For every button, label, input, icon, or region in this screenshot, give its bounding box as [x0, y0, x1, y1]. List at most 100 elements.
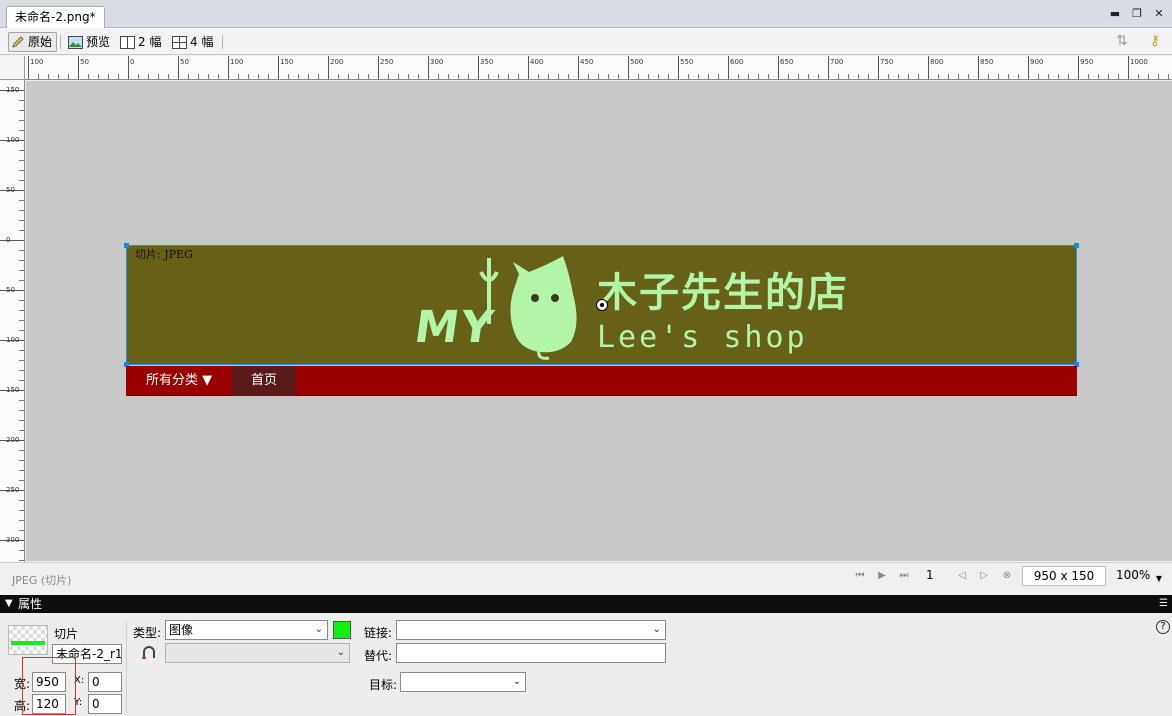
ruler-tick-label: 50 [6, 186, 15, 194]
first-frame-icon[interactable]: ⏮ [852, 569, 868, 583]
minimize-icon[interactable]: ▬ [1108, 6, 1122, 22]
play-icon[interactable]: ▶ [874, 569, 890, 583]
ruler-tick-label: 850 [980, 58, 994, 66]
nav-home: 首页 [232, 366, 296, 396]
key-icon[interactable]: ⚷ [1142, 33, 1168, 51]
ruler-tick-label: 250 [6, 486, 20, 494]
horizontal-ruler[interactable]: 100 50 0 50 100 150 200 250 300 350 400 450 500 550 60… [25, 56, 1172, 80]
ruler-tick-label: 800 [930, 58, 944, 66]
ruler-tick-label: 250 [380, 58, 394, 66]
pencil-icon [12, 36, 24, 48]
link-field[interactable]: ⌄ [396, 620, 666, 640]
target-select[interactable]: ⌄ [400, 672, 526, 692]
collapse-triangle-icon[interactable]: ▼ [5, 596, 13, 612]
logo-subtitle-text: Lee's shop [597, 320, 808, 355]
next-frame-icon[interactable]: ▷ [976, 569, 992, 583]
alt-label: 替代: [364, 649, 393, 663]
nav-bar-image[interactable]: 所有分类 ▼ 首页 [126, 366, 1077, 396]
slice-thumbnail-color [11, 641, 45, 645]
zoom-select[interactable]: 100% ▼ [1110, 566, 1168, 586]
original-view-button[interactable]: 原始 [8, 32, 58, 52]
alt-field[interactable] [396, 643, 666, 663]
view-toolbar: 原始 预览 2 幅 4 幅 ⇅ ⚷ [0, 28, 1172, 55]
original-view-label: 原始 [28, 35, 53, 49]
ruler-tick-label: 200 [6, 436, 20, 444]
properties-title: 属性 [18, 597, 43, 611]
slice-type-label: 切片: JPEG [135, 248, 193, 261]
ruler-tick-label: 1000 [1130, 58, 1148, 66]
ruler-tick-label: 100 [6, 136, 20, 144]
previous-frame-icon[interactable]: ◁ [954, 569, 970, 583]
ruler-tick-label: 750 [880, 58, 894, 66]
toolbar-divider [222, 35, 223, 49]
slice-handle[interactable] [124, 243, 129, 248]
ruler-corner [0, 56, 25, 80]
ruler-tick-label: 400 [530, 58, 544, 66]
x-field[interactable]: 0 [88, 672, 122, 692]
image-dimensions: 950 x 150 [1022, 566, 1106, 586]
slice-color-swatch[interactable] [333, 621, 351, 639]
panel-divider [126, 621, 127, 713]
window-controls: ▬ ❐ ✕ [1108, 6, 1166, 22]
ruler-tick-label: 50 [6, 286, 15, 294]
two-up-button[interactable]: 2 幅 [118, 32, 165, 52]
preview-button[interactable]: 预览 [66, 32, 114, 52]
ruler-tick-label: 50 [80, 58, 89, 66]
ruler-tick-label: 100 [230, 58, 244, 66]
preview-label: 预览 [86, 35, 111, 49]
four-up-button[interactable]: 4 幅 [170, 32, 217, 52]
ruler-tick-label: 600 [730, 58, 744, 66]
ruler-tick-label: 450 [580, 58, 594, 66]
four-up-label: 4 幅 [190, 35, 214, 49]
chevron-down-icon: ⌄ [652, 624, 661, 635]
document-tab[interactable]: 未命名-2.png* [6, 6, 105, 28]
chevron-down-icon: ▼ [1155, 574, 1162, 583]
status-text: JPEG (切片) [12, 574, 72, 587]
devil-mascot-icon [479, 256, 577, 360]
two-up-label: 2 幅 [138, 35, 162, 49]
restore-icon[interactable]: ❐ [1130, 6, 1144, 22]
nav-all-categories: 所有分类 ▼ [146, 373, 213, 388]
slice-thumbnail [8, 625, 48, 655]
panel-menu-icon[interactable]: ☰ [1159, 596, 1168, 612]
ruler-tick-label: 150 [6, 386, 20, 394]
ruler-tick-label: 50 [180, 58, 189, 66]
ruler-tick-label: 150 [6, 86, 20, 94]
properties-panel-header[interactable]: ▼ 属性 ☰ [0, 595, 1172, 613]
four-pane-icon [172, 35, 187, 49]
status-bar: JPEG (切片) ⏮ ▶ ⏭ 1 ◁ ▷ ⊗ 950 x 150 100% ▼ [0, 562, 1172, 588]
ruler-tick-label: 0 [6, 236, 11, 244]
ruler-tick-label: 700 [830, 58, 844, 66]
link-label: 链接: [364, 626, 393, 640]
y-field[interactable]: 0 [88, 694, 122, 714]
target-label: 目标: [369, 678, 398, 692]
ruler-tick-label: 200 [330, 58, 344, 66]
ruler-tick-label: 900 [1030, 58, 1044, 66]
vertical-ruler[interactable]: 150 100 50 0 50 100 150 200 250 300 [0, 80, 25, 562]
ruler-tick-label: 950 [1080, 58, 1094, 66]
zoom-value: 100% [1116, 568, 1151, 582]
document-tab-bar: 未命名-2.png* ▬ ❐ ✕ [0, 0, 1172, 28]
ruler-tick-label: 0 [130, 58, 135, 66]
ruler-tick-label: 500 [630, 58, 644, 66]
stop-icon[interactable]: ⊗ [999, 569, 1015, 583]
compression-select[interactable]: ⌄ [165, 643, 350, 663]
export-icon[interactable]: ⇅ [1112, 33, 1132, 51]
slice-label: 切片 [54, 627, 79, 641]
two-pane-icon [120, 35, 135, 49]
type-select[interactable]: 图像 ⌄ [165, 620, 328, 640]
chevron-down-icon: ⌄ [314, 624, 323, 635]
magnet-icon[interactable] [141, 646, 157, 660]
help-icon[interactable]: ? [1156, 620, 1170, 634]
pointer-cursor-icon [596, 299, 608, 311]
chevron-down-icon: ⌄ [512, 676, 521, 687]
ruler-tick-label: 150 [280, 58, 294, 66]
ruler-tick-label: 300 [6, 536, 20, 544]
logo-title-text: 木子先生的店 [597, 270, 849, 316]
last-frame-icon[interactable]: ⏭ [896, 569, 912, 583]
close-icon[interactable]: ✕ [1152, 6, 1166, 22]
slice-handle[interactable] [1074, 243, 1079, 248]
size-fields-highlight [22, 657, 76, 715]
type-value: 图像 [169, 623, 194, 637]
frame-number: 1 [926, 568, 934, 582]
